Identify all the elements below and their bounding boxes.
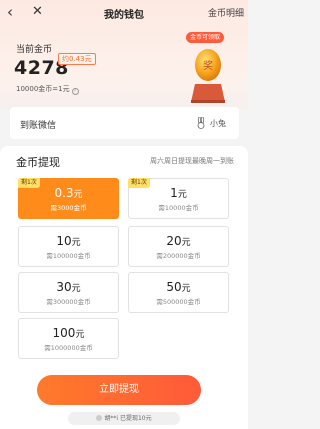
option-amount: 50元 <box>129 280 228 294</box>
withdraw-ticker: 胡**i 已提现10元 <box>68 412 180 425</box>
egg-char: 奖 <box>203 59 213 72</box>
amount-value: 1 <box>170 186 178 200</box>
option-amount: 0.3元 <box>19 186 118 200</box>
amount-unit: 元 <box>181 284 191 294</box>
option-requirement: 需100000金币 <box>46 252 91 260</box>
amount-unit: 元 <box>71 284 81 294</box>
option-requirement: 需300000金币 <box>46 298 91 306</box>
option-amount: 20元 <box>129 234 228 248</box>
amount-unit: 元 <box>181 238 191 248</box>
amount-value: 30 <box>56 280 72 294</box>
remaining-tag: 剩1次 <box>128 178 150 188</box>
option-amount: 30元 <box>19 280 118 294</box>
withdraw-option-30[interactable]: 30元 需300000金币 <box>18 272 119 313</box>
remaining-tag: 剩1次 <box>18 178 40 188</box>
withdraw-option-10[interactable]: 10元 需100000金币 <box>18 226 119 267</box>
golden-egg-icon[interactable]: 奖 <box>193 44 223 82</box>
withdraw-option-50[interactable]: 50元 需500000金币 <box>128 272 229 313</box>
approx-value-badge: 约0.43元 <box>58 53 96 65</box>
amount-unit: 元 <box>71 238 81 248</box>
withdraw-option-20[interactable]: 20元 需200000金币 <box>128 226 229 267</box>
withdraw-note: 周六周日提现最晚周一到账 <box>150 157 234 165</box>
coin-detail-link[interactable]: 金币明细 <box>208 6 244 19</box>
amount-unit: 元 <box>73 190 83 200</box>
amount-unit: 元 <box>177 190 187 200</box>
withdraw-option-1[interactable]: 剩1次 1元 需10000金币 <box>128 178 229 219</box>
egg-stand-icon <box>191 84 225 103</box>
option-amount: 100元 <box>19 326 118 340</box>
withdraw-option-0-3[interactable]: 剩1次 0.3元 需3000金币 <box>18 178 119 219</box>
amount-value: 50 <box>166 280 182 294</box>
current-coins-label: 当前金币 <box>16 45 53 55</box>
withdraw-option-100[interactable]: 100元 需1000000金币 <box>18 318 119 359</box>
section-title: 金币提现 <box>16 156 60 169</box>
option-requirement: 需200000金币 <box>156 252 201 260</box>
option-requirement: 需10000金币 <box>158 204 199 212</box>
exchange-rate-text: 10000金币=1元 <box>16 85 70 93</box>
egg-claim-badge[interactable]: 金币可领取 <box>186 32 225 43</box>
amount-value: 10 <box>56 234 72 248</box>
navbar: ‹ ✕ 我的钱包 金币明细 <box>0 0 248 26</box>
wechat-account-card[interactable]: 到账微信 小兔 <box>10 107 239 139</box>
option-requirement: 需500000金币 <box>156 298 201 306</box>
avatar <box>96 415 103 421</box>
ticker-text: 胡**i 已提现10元 <box>104 415 152 422</box>
wechat-user-name: 小兔 <box>210 119 226 128</box>
info-icon[interactable]: ? <box>71 88 79 95</box>
option-amount: 1元 <box>129 186 228 200</box>
amount-value: 20 <box>166 234 182 248</box>
amount-value: 100 <box>52 326 76 340</box>
account-label: 到账微信 <box>20 121 57 131</box>
exchange-rate: 10000金币=1元? <box>16 84 79 95</box>
withdraw-now-button[interactable]: 立即提现 <box>37 375 201 405</box>
option-requirement: 需3000金币 <box>50 204 87 212</box>
user-avatar-icon <box>197 117 205 129</box>
amount-unit: 元 <box>75 330 85 340</box>
option-amount: 10元 <box>19 234 118 248</box>
amount-value: 0.3 <box>54 186 74 200</box>
option-requirement: 需1000000金币 <box>44 344 93 352</box>
